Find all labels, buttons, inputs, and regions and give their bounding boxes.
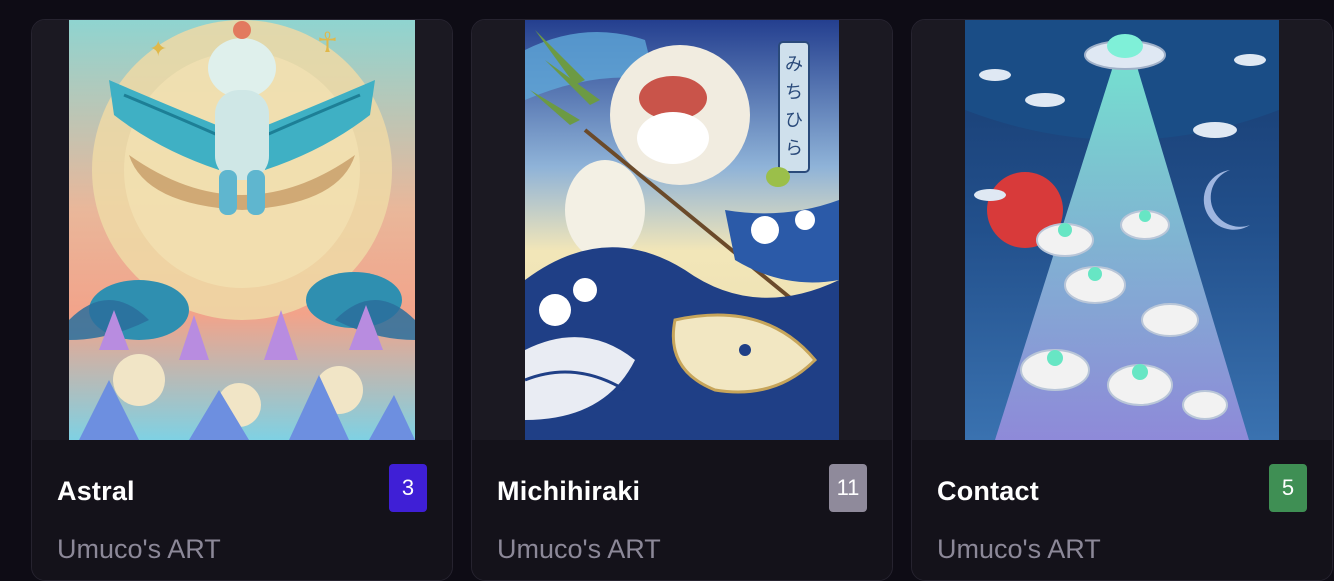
card-author[interactable]: Umuco's ART [497,534,661,565]
card-title[interactable]: Michihiraki [497,476,640,507]
card-media [912,20,1332,440]
michihiraki-artwork-icon[interactable]: み ち ひ ら [525,20,839,440]
svg-text:✦: ✦ [149,36,167,61]
item-count-badge: 11 [829,464,867,512]
svg-text:ち: ち [785,82,803,102]
svg-text:☥: ☥ [317,27,338,58]
card-info: Michihiraki 11 Umuco's ART [472,440,892,580]
collection-card-michihiraki[interactable]: み ち ひ ら Michihiraki 11 Umuco's ART [471,19,893,581]
svg-text:ひ: ひ [785,110,803,130]
card-title[interactable]: Astral [57,476,135,507]
card-title[interactable]: Contact [937,476,1039,507]
item-count-badge: 3 [389,464,427,512]
astral-artwork-icon[interactable]: ☥ ✦ [69,20,415,440]
card-author[interactable]: Umuco's ART [937,534,1101,565]
contact-artwork-icon[interactable] [965,20,1279,440]
card-author[interactable]: Umuco's ART [57,534,221,565]
collection-grid: ☥ ✦ Astral 3 Umuco's ART み ち ひ ら Michihi… [31,19,1333,581]
svg-text:ら: ら [785,138,803,158]
card-media: み ち ひ ら [472,20,892,440]
collection-card-contact[interactable]: Contact 5 Umuco's ART [911,19,1333,581]
card-info: Contact 5 Umuco's ART [912,440,1332,580]
svg-text:み: み [785,54,803,74]
collection-card-astral[interactable]: ☥ ✦ Astral 3 Umuco's ART [31,19,453,581]
card-info: Astral 3 Umuco's ART [32,440,452,580]
card-media: ☥ ✦ [32,20,452,440]
item-count-badge: 5 [1269,464,1307,512]
